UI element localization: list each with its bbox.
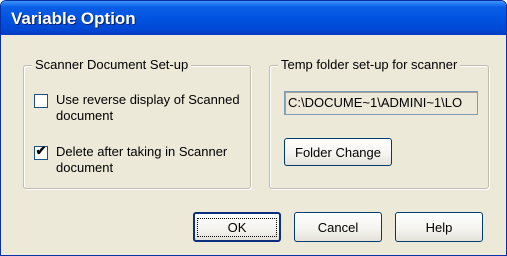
delete-after-checkbox[interactable]: ✔ xyxy=(34,143,48,160)
dialog-body: Scanner Document Set-up Use reverse disp… xyxy=(5,35,502,251)
reverse-display-checkbox[interactable] xyxy=(34,94,48,108)
help-button[interactable]: Help xyxy=(395,212,483,242)
temp-folder-group: Temp folder set-up for scanner C:\DOCUME… xyxy=(269,57,489,189)
window-title: Variable Option xyxy=(11,9,136,28)
folder-change-button[interactable]: Folder Change xyxy=(284,138,392,166)
ok-button-label: OK xyxy=(196,217,278,237)
scanner-group-legend: Scanner Document Set-up xyxy=(32,57,192,72)
scanner-document-group: Scanner Document Set-up Use reverse disp… xyxy=(23,57,251,189)
cancel-button[interactable]: Cancel xyxy=(294,212,382,242)
reverse-display-label: Use reverse display of Scanned document xyxy=(56,92,240,123)
delete-after-option[interactable]: ✔ Delete after taking in Scanner documen… xyxy=(34,144,246,176)
temp-group-legend: Temp folder set-up for scanner xyxy=(278,57,461,72)
temp-folder-path-field[interactable]: C:\DOCUME~1\ADMINI~1\LO xyxy=(284,91,478,115)
reverse-display-option[interactable]: Use reverse display of Scanned document xyxy=(34,92,246,124)
ok-button[interactable]: OK xyxy=(193,212,281,242)
variable-option-dialog: Variable Option Scanner Document Set-up … xyxy=(0,0,507,256)
title-bar[interactable]: Variable Option xyxy=(1,1,506,35)
check-mark-icon: ✔ xyxy=(35,143,47,158)
delete-after-label: Delete after taking in Scanner document xyxy=(56,144,228,175)
